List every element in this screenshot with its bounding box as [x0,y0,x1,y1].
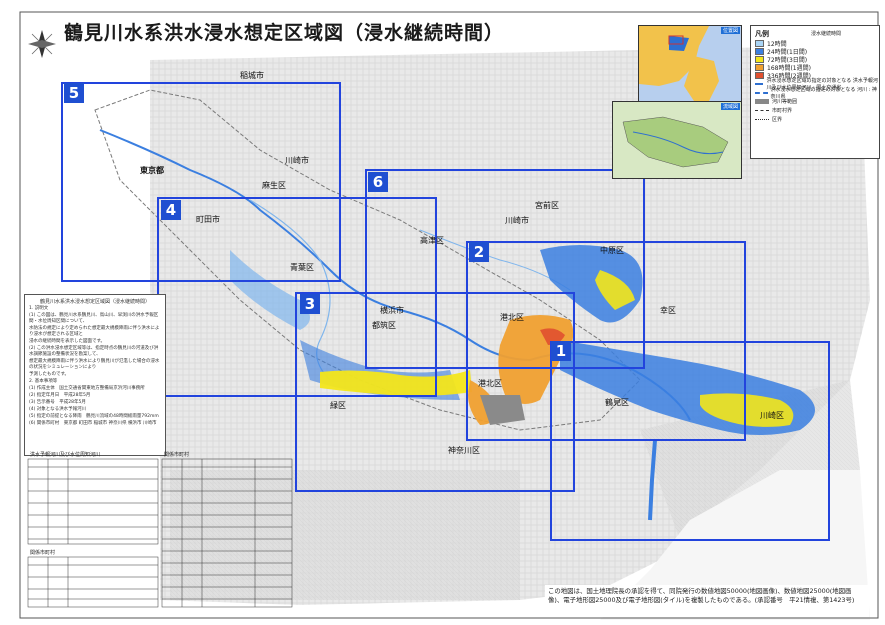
table-title: 関係市町村 [164,452,190,458]
city-label: 横浜市 [380,306,404,315]
sheet-number-2: 2 [469,242,489,262]
sheet-number-4: 4 [161,200,181,220]
sheet-number-3: 3 [300,294,320,314]
city-label: 鶴見区 [605,398,629,407]
city-label: 幸区 [660,306,676,315]
city-label: 町田市 [196,215,220,224]
city-label: 川崎市 [285,156,309,165]
city-label: 宮前区 [535,201,559,210]
city-label: 麻生区 [262,181,286,190]
sheet-number-6: 6 [368,172,388,192]
city-label: 中原区 [600,246,624,255]
city-label: 都筑区 [372,321,396,330]
sheet-number-5: 5 [64,83,84,103]
table-title: 洪水予報河川及び水位周知河川 [30,452,101,458]
city-label: 東京都 [140,166,164,175]
city-label: 川崎区 [760,411,784,420]
city-label: 神奈川区 [448,446,480,455]
city-label: 青葉区 [290,263,314,272]
copyright-footnote: この地図は、国土地理院長の承認を得て、同院発行の数値地図50000(地図画像)、… [545,585,869,617]
map-sheet: 鶴見川水系洪水浸水想定区域図（浸水継続時間） 位置図 流域図 凡例 浸水継続時間… [0,0,885,625]
sheet-number-1: 1 [551,341,571,361]
city-label: 港北区 [478,379,502,388]
city-label: 川崎市 [505,216,529,225]
city-label: 高津区 [420,236,444,245]
city-label: 稲城市 [240,71,264,80]
table-title: 関係市町村 [30,550,56,556]
city-label: 港北区 [500,313,524,322]
city-label: 緑区 [330,401,346,410]
municipality-tables [27,458,293,608]
